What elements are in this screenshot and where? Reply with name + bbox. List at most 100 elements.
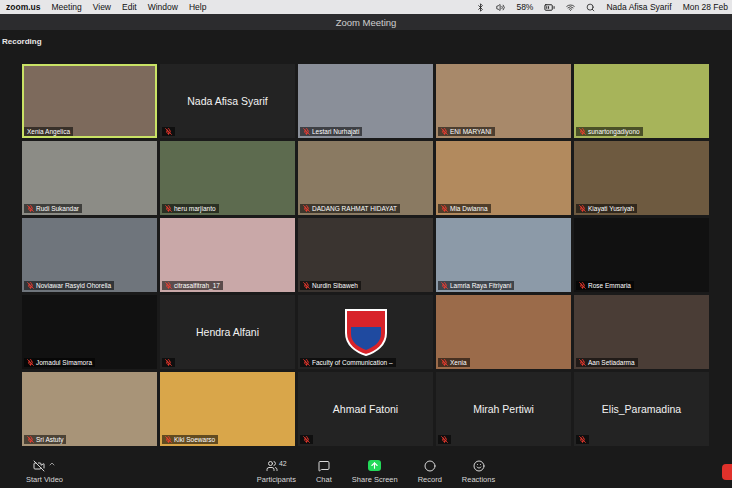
participant-label: Faculty of Communication – xyxy=(312,359,393,366)
name-tag: citrasalfitrah_17 xyxy=(162,281,223,290)
user-name[interactable]: Nada Afisa Syarif xyxy=(606,2,671,12)
reactions-button[interactable]: Reactions xyxy=(462,460,495,484)
participant-tile[interactable]: Xenia xyxy=(436,295,571,369)
mic-muted-icon xyxy=(27,282,34,289)
mic-muted-icon xyxy=(165,128,172,135)
bluetooth-icon[interactable] xyxy=(476,3,485,12)
participant-tile[interactable]: Rudi Sukandar xyxy=(22,141,157,215)
search-icon[interactable] xyxy=(586,3,595,12)
participant-tile[interactable]: Mirah Pertiwi xyxy=(436,372,571,446)
record-button[interactable]: Record xyxy=(418,460,442,484)
menu-item[interactable]: Edit xyxy=(122,2,137,12)
participant-label: ENI MARYANI xyxy=(450,128,492,135)
participant-tile[interactable]: ENI MARYANI xyxy=(436,64,571,138)
participant-tile[interactable]: sunartongadiyono xyxy=(574,64,709,138)
menu-item[interactable]: View xyxy=(93,2,111,12)
participant-tile[interactable]: Kiki Soewarso xyxy=(160,372,295,446)
participant-tile[interactable]: Lestari Nurhajati xyxy=(298,64,433,138)
mic-muted-icon xyxy=(441,128,448,135)
name-tag: Kiayati Yusriyah xyxy=(576,204,637,213)
participant-tile[interactable]: Kiayati Yusriyah xyxy=(574,141,709,215)
participant-label: Xenia xyxy=(450,359,467,366)
participant-tile[interactable]: Hendra Alfani xyxy=(160,295,295,369)
name-tag: Faculty of Communication – xyxy=(300,358,396,367)
faculty-logo-icon xyxy=(343,307,389,357)
participant-name: Hendra Alfani xyxy=(190,326,265,338)
start-video-button[interactable]: Start Video xyxy=(26,460,63,484)
participant-tile[interactable]: Xenia Angelica xyxy=(22,64,157,138)
participant-tile[interactable]: Elis_Paramadina xyxy=(574,372,709,446)
menu-bar: zoom.usMeetingViewEditWindowHelp58%Nada … xyxy=(0,0,732,14)
participant-label: citrasalfitrah_17 xyxy=(174,282,220,289)
menu-item[interactable]: Window xyxy=(148,2,178,12)
participant-tile[interactable]: citrasalfitrah_17 xyxy=(160,218,295,292)
mic-muted-icon xyxy=(579,436,586,443)
participant-label: Noviawar Rasyid Ohorella xyxy=(36,282,111,289)
mic-muted-icon xyxy=(579,128,586,135)
mic-tag xyxy=(162,358,175,367)
mic-muted-icon xyxy=(165,359,172,366)
participant-name: Elis_Paramadina xyxy=(596,403,687,415)
participant-tile[interactable]: Nada Afisa Syarif xyxy=(160,64,295,138)
participant-name: Mirah Pertiwi xyxy=(467,403,540,415)
clock[interactable]: Mon 28 Feb xyxy=(683,2,728,12)
mic-muted-icon xyxy=(27,205,34,212)
mic-muted-icon xyxy=(441,359,448,366)
participant-tile[interactable]: Nurdin Sibaweh xyxy=(298,218,433,292)
participant-tile[interactable]: DADANG RAHMAT HIDAYAT xyxy=(298,141,433,215)
recording-indicator: Recording xyxy=(2,34,732,48)
name-tag: Aan Setiadarma xyxy=(576,358,638,367)
chat-button[interactable]: Chat xyxy=(316,460,332,484)
name-tag: Lestari Nurhajati xyxy=(300,127,362,136)
participants-icon xyxy=(266,460,278,472)
participant-label: Jomadul Simamora xyxy=(36,359,92,366)
participant-label: heru marjianto xyxy=(174,205,216,212)
participant-label: Rose Emmaria xyxy=(588,282,631,289)
participant-name: Nada Afisa Syarif xyxy=(181,95,274,107)
mic-muted-icon xyxy=(579,359,586,366)
mic-muted-icon xyxy=(303,128,310,135)
name-tag: Kiki Soewarso xyxy=(162,435,218,444)
name-tag: DADANG RAHMAT HIDAYAT xyxy=(300,204,400,213)
participant-tile[interactable]: Jomadul Simamora xyxy=(22,295,157,369)
mic-muted-icon xyxy=(441,205,448,212)
participant-tile[interactable]: Faculty of Communication – xyxy=(298,295,433,369)
participant-tile[interactable]: Lamria Raya Fitriyani xyxy=(436,218,571,292)
participant-label: Nurdin Sibaweh xyxy=(312,282,358,289)
mic-muted-icon xyxy=(579,282,586,289)
participant-label: Lamria Raya Fitriyani xyxy=(450,282,511,289)
name-tag: Xenia Angelica xyxy=(24,127,73,136)
mic-tag xyxy=(162,127,175,136)
name-tag: Rudi Sukandar xyxy=(24,204,82,213)
participants-button[interactable]: 42Participants xyxy=(257,460,296,484)
participant-tile[interactable]: Mia Dwianna xyxy=(436,141,571,215)
menu-item[interactable]: Help xyxy=(189,2,206,12)
mic-muted-icon xyxy=(441,436,448,443)
participant-tile[interactable]: Rose Emmaria xyxy=(574,218,709,292)
wifi-icon[interactable] xyxy=(566,3,575,12)
participant-tile[interactable]: Ahmad Fatoni xyxy=(298,372,433,446)
participant-tile[interactable]: Sri Astuty xyxy=(22,372,157,446)
battery-icon[interactable] xyxy=(544,2,555,13)
caret-icon[interactable] xyxy=(48,460,56,468)
app-menu[interactable]: zoom.us xyxy=(6,2,40,12)
menu-item[interactable]: Meeting xyxy=(51,2,81,12)
participant-tile[interactable]: Noviawar Rasyid Ohorella xyxy=(22,218,157,292)
participant-tile[interactable]: Aan Setiadarma xyxy=(574,295,709,369)
chat-icon xyxy=(318,460,330,472)
video-off-icon xyxy=(33,460,45,472)
gallery-view: Recording Xenia Angelica Nada Afisa Syarif… xyxy=(0,30,732,455)
mic-tag xyxy=(438,435,451,444)
name-tag: Mia Dwianna xyxy=(438,204,491,213)
end-button[interactable] xyxy=(722,464,732,480)
participant-label: Xenia Angelica xyxy=(27,128,70,135)
name-tag: Lamria Raya Fitriyani xyxy=(438,281,514,290)
volume-icon[interactable] xyxy=(496,3,505,12)
participant-name: Ahmad Fatoni xyxy=(327,403,404,415)
share-button[interactable]: Share Screen xyxy=(352,460,398,484)
mic-muted-icon xyxy=(27,359,34,366)
participant-tile[interactable]: heru marjianto xyxy=(160,141,295,215)
mic-muted-icon xyxy=(303,436,310,443)
mic-muted-icon xyxy=(579,205,586,212)
mic-muted-icon xyxy=(165,436,172,443)
